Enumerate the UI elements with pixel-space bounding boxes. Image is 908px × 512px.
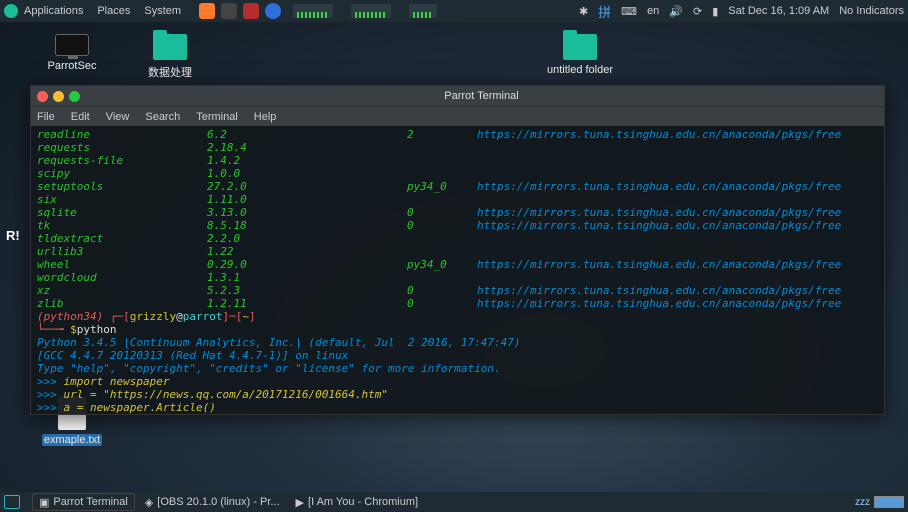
obs-icon: ◈ [145, 496, 153, 509]
desktop[interactable]: ParrotSec 数据处理 untitled folder exmaple.t… [0, 22, 908, 492]
task-chromium[interactable]: ▶ [I Am You - Chromium] [290, 493, 425, 511]
icon-label: ParrotSec [48, 60, 97, 72]
bluetooth-icon[interactable]: ✱ [579, 5, 588, 18]
icon-label: exmaple.txt [42, 434, 102, 446]
chromium-icon: ▶ [296, 496, 304, 509]
desktop-icon-data[interactable]: 数据处理 [130, 34, 210, 80]
menu-search[interactable]: Search [145, 111, 180, 123]
minimize-icon[interactable] [53, 91, 64, 102]
cpu-graph-icon [293, 4, 333, 18]
maximize-icon[interactable] [69, 91, 80, 102]
menu-view[interactable]: View [106, 111, 130, 123]
bottom-taskbar: ▣ Parrot Terminal ◈ [OBS 20.1.0 (linux) … [0, 492, 908, 512]
menu-file[interactable]: File [37, 111, 55, 123]
input-method-icon[interactable]: 拼 [598, 2, 611, 21]
task-parrot-terminal[interactable]: ▣ Parrot Terminal [32, 493, 135, 511]
menu-edit[interactable]: Edit [71, 111, 90, 123]
volume-icon[interactable]: 🔊 [669, 5, 683, 18]
lang-indicator[interactable]: en [647, 5, 659, 17]
titlebar[interactable]: Parrot Terminal [31, 86, 884, 106]
task-label: Parrot Terminal [53, 496, 127, 508]
folder-icon [153, 34, 187, 60]
quick-launch [199, 3, 281, 19]
menu-places[interactable]: Places [97, 5, 130, 17]
battery-icon[interactable]: ▮ [712, 5, 718, 18]
terminal-icon: ▣ [39, 496, 49, 509]
keyboard-icon[interactable]: ⌨ [621, 5, 637, 18]
parrot-logo-icon[interactable] [4, 4, 18, 18]
no-indicators: No Indicators [839, 5, 904, 17]
system-monitor[interactable] [293, 4, 437, 18]
desktop-icon-untitled[interactable]: untitled folder [540, 34, 620, 76]
folder-icon [563, 34, 597, 60]
menu-help[interactable]: Help [254, 111, 277, 123]
desktop-icon-parrotsec[interactable]: ParrotSec [32, 34, 112, 72]
workspace-switcher[interactable] [874, 496, 904, 508]
monitor-icon [55, 34, 89, 56]
menu-system[interactable]: System [144, 5, 181, 17]
net-graph-icon [409, 4, 437, 18]
chromium-icon[interactable] [265, 3, 281, 19]
icon-label: untitled folder [547, 64, 613, 76]
power-indicator[interactable]: zzz [855, 497, 870, 508]
task-obs[interactable]: ◈ [OBS 20.1.0 (linux) - Pr... [139, 493, 286, 511]
show-desktop-icon[interactable] [4, 495, 20, 509]
task-label: [I Am You - Chromium] [308, 496, 418, 508]
top-menubar: Applications Places System ✱ 拼 ⌨ en 🔊 ⟳ … [0, 0, 908, 22]
task-label: [OBS 20.1.0 (linux) - Pr... [157, 496, 279, 508]
close-icon[interactable] [37, 91, 48, 102]
notification-fragment: R! [6, 228, 20, 243]
window-title: Parrot Terminal [85, 90, 878, 102]
firefox-icon[interactable] [199, 3, 215, 19]
menu-applications[interactable]: Applications [24, 5, 83, 17]
app-icon[interactable] [243, 3, 259, 19]
terminal-menubar: File Edit View Search Terminal Help [31, 106, 884, 126]
terminal-body[interactable]: readline6.22https://mirrors.tuna.tsinghu… [31, 126, 884, 414]
files-icon[interactable] [221, 3, 237, 19]
terminal-window: Parrot Terminal File Edit View Search Te… [30, 85, 885, 415]
menu-terminal[interactable]: Terminal [196, 111, 238, 123]
mem-graph-icon [351, 4, 391, 18]
wifi-icon[interactable]: ⟳ [693, 5, 702, 18]
icon-label: 数据处理 [148, 67, 192, 79]
clock[interactable]: Sat Dec 16, 1:09 AM [728, 5, 829, 17]
